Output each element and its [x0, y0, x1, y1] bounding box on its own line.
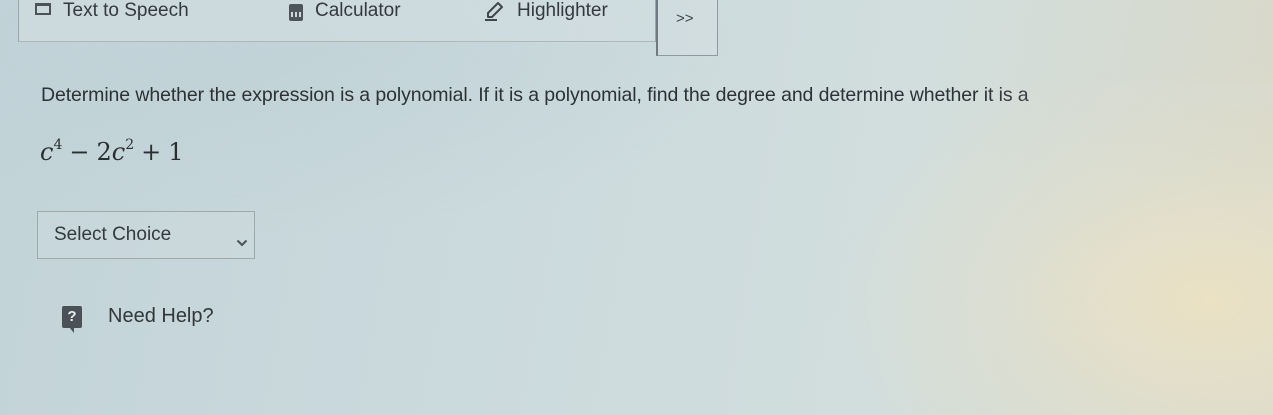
operator-minus: − [69, 138, 90, 166]
toolbar: Text to Speech Calculator Highlighter [18, 0, 656, 42]
highlighter-icon [483, 1, 505, 21]
operator-plus: + [141, 138, 162, 166]
more-tools-button[interactable]: >> [656, 0, 718, 56]
question-prompt: Determine whether the expression is a po… [41, 84, 1273, 107]
help-icon: ? [62, 305, 82, 333]
highlighter-button[interactable]: Highlighter [483, 0, 608, 28]
calculator-label: Calculator [315, 0, 401, 21]
answer-select-value: Select Choice [54, 224, 172, 245]
answer-select[interactable]: Select Choice [37, 211, 255, 259]
text-to-speech-label: Text to Speech [63, 0, 189, 21]
term2-exponent: 2 [125, 137, 135, 153]
question-prompt-text: Determine whether the expression is a po… [41, 84, 1029, 106]
chevron-down-icon [236, 231, 248, 253]
term2-variable: c [111, 138, 126, 166]
text-to-speech-icon [35, 3, 51, 15]
polynomial-expression: c4−2c2 +1 [40, 137, 184, 166]
need-help-label: Need Help? [108, 305, 214, 327]
term1-exponent: 4 [53, 137, 63, 153]
term2-coefficient: 2 [96, 138, 112, 166]
term3-constant: 1 [168, 138, 184, 166]
text-to-speech-button[interactable]: Text to Speech [35, 0, 189, 28]
calculator-button[interactable]: Calculator [289, 0, 401, 28]
need-help-link[interactable]: ? Need Help? [62, 305, 214, 333]
calculator-icon [289, 3, 303, 21]
term1-variable: c [40, 138, 54, 166]
highlighter-label: Highlighter [517, 0, 608, 21]
